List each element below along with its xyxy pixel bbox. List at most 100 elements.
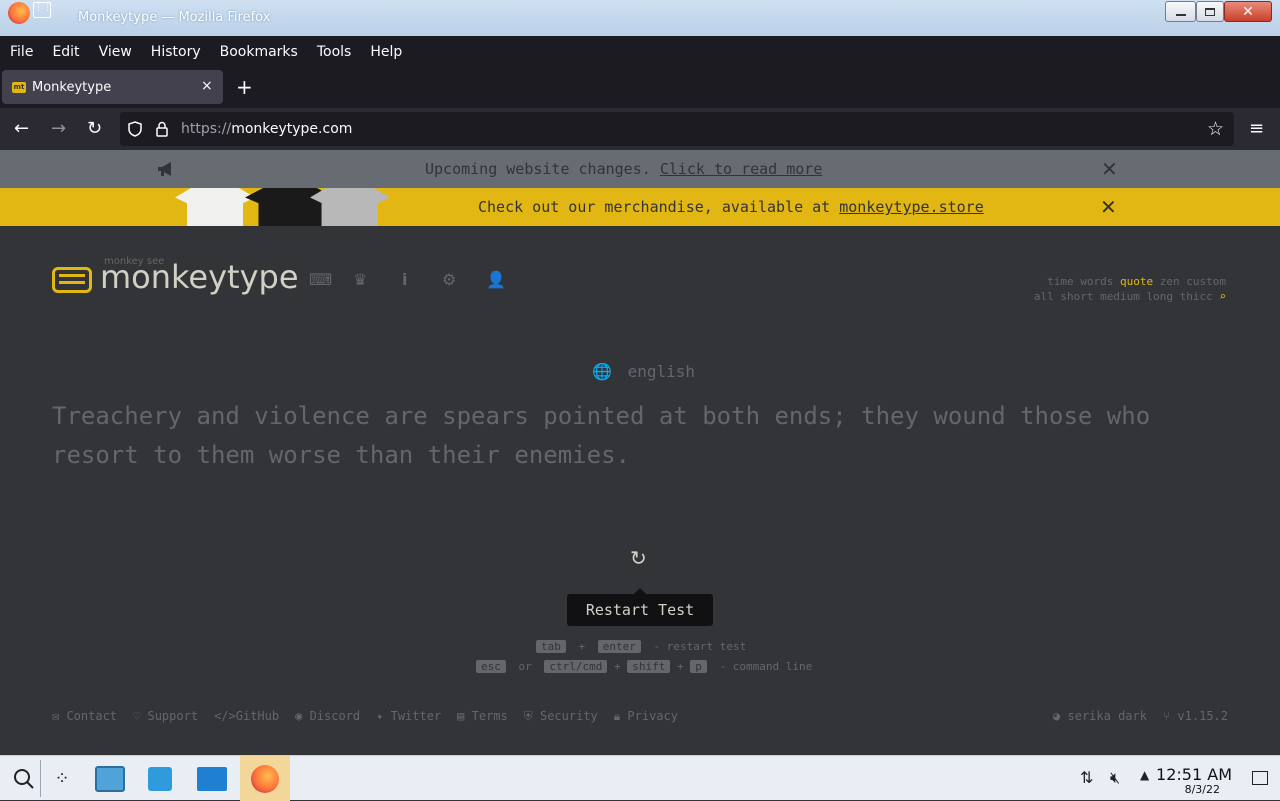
menu-edit[interactable]: Edit	[52, 44, 79, 60]
merch-tshirt-image	[175, 188, 395, 226]
new-tab-button[interactable]: +	[236, 75, 253, 99]
length-thicc[interactable]: thicc	[1180, 290, 1213, 303]
footer-support-label: Support	[147, 709, 199, 723]
logo-text[interactable]: monkeytype	[100, 258, 299, 296]
url-bar[interactable]: https://monkeytype.com ☆	[120, 112, 1234, 146]
menu-view[interactable]: View	[99, 44, 132, 60]
footer-contact[interactable]: ✉ Contact	[52, 709, 117, 724]
words-display[interactable]: Treachery and violence are spears pointe…	[52, 397, 1232, 475]
reload-icon[interactable]: ↻	[87, 118, 102, 139]
crown-icon[interactable]: ♛	[353, 270, 367, 289]
shield-icon: ⛨	[523, 709, 540, 723]
footer-privacy-label: Privacy	[627, 709, 678, 723]
hint-command-line: esc or ctrl/cmd + shift + p - command li…	[476, 660, 812, 673]
logo-key-row	[59, 274, 85, 277]
keyboard-icon[interactable]: ⌨	[309, 270, 332, 289]
key-tab: tab	[536, 640, 566, 653]
close-window-button[interactable]: ✕	[1224, 1, 1272, 22]
minimize-button[interactable]	[1165, 1, 1196, 22]
grey-tshirt-image	[310, 188, 390, 226]
footer-github[interactable]: </>GitHub	[214, 709, 279, 724]
theme-selector[interactable]: ◕ serika dark	[1053, 709, 1147, 723]
length-medium[interactable]: medium	[1100, 290, 1140, 303]
menu-history[interactable]: History	[151, 44, 201, 60]
hint-command-desc: - command line	[719, 660, 813, 673]
footer-discord[interactable]: ◉ Discord	[295, 709, 360, 724]
maximize-button[interactable]	[1196, 1, 1224, 22]
taskbar-system-settings[interactable]	[86, 756, 134, 801]
taskbar-activities[interactable]: ⁘	[38, 756, 86, 801]
merch-text: Check out our merchandise, available at …	[478, 198, 984, 216]
footer-terms[interactable]: ▤ Terms	[457, 709, 508, 724]
taskbar-file-manager[interactable]	[188, 756, 236, 801]
mode-zen[interactable]: zen	[1160, 275, 1180, 288]
length-long[interactable]: long	[1147, 290, 1174, 303]
taskbar: ⁘ ⇅ 🔇︎ ▲ 12:51 AM 8/3/22	[0, 755, 1280, 801]
minimize-icon	[1175, 13, 1186, 16]
volume-muted-icon[interactable]: 🔇︎	[1110, 768, 1120, 788]
lock-icon[interactable]	[155, 121, 169, 137]
footer-security[interactable]: ⛨ Security	[524, 709, 598, 724]
tab-monkeytype[interactable]: mt Monkeytype ×	[2, 70, 223, 104]
language-selector[interactable]: 🌐 english	[592, 362, 695, 381]
envelope-icon: ✉	[52, 709, 67, 723]
footer-privacy[interactable]: 🔒︎ Privacy	[614, 709, 678, 724]
mode-words[interactable]: words	[1080, 275, 1113, 288]
key-enter: enter	[597, 640, 641, 653]
monkeytype-logo-icon[interactable]	[52, 267, 92, 293]
menu-file[interactable]: File	[10, 44, 33, 60]
merch-banner: Check out our merchandise, available at …	[0, 188, 1280, 226]
merch-link[interactable]: monkeytype.store	[839, 198, 984, 216]
restart-icon[interactable]: ↻	[630, 546, 647, 570]
menu-help[interactable]: Help	[370, 44, 402, 60]
taskbar-firefox[interactable]	[240, 756, 290, 801]
network-icon[interactable]: ⇅	[1080, 768, 1093, 787]
tracking-shield-icon[interactable]	[128, 121, 142, 137]
clock-date[interactable]: 8/3/22	[1185, 783, 1220, 796]
footer-terms-label: Terms	[471, 709, 508, 723]
hint-restart: tab + enter - restart test	[536, 640, 746, 653]
window-menu-icon[interactable]: ⋮⋮	[33, 2, 52, 18]
search-icon[interactable]: ⌕	[1219, 290, 1226, 303]
announcement-close-icon[interactable]: ✕	[1101, 157, 1118, 181]
firefox-icon	[8, 2, 30, 24]
twitter-icon: ✦	[376, 709, 391, 723]
length-all[interactable]: all	[1034, 290, 1054, 303]
branch-icon: ⑂	[1162, 709, 1178, 723]
url-text: https://monkeytype.com	[181, 121, 352, 137]
length-short[interactable]: short	[1060, 290, 1093, 303]
key-ctrl-cmd: ctrl/cmd	[544, 660, 608, 673]
footer-twitter[interactable]: ✦ Twitter	[376, 709, 441, 724]
info-icon[interactable]: i	[402, 270, 407, 289]
bookmark-star-icon[interactable]: ☆	[1207, 118, 1224, 140]
mode-custom[interactable]: custom	[1186, 275, 1226, 288]
window-titlebar: ⋮⋮ Monkeytype — Mozilla Firefox ✕	[0, 0, 1280, 36]
tab-strip: mt Monkeytype × +	[0, 67, 1280, 108]
notifications-icon[interactable]	[1252, 771, 1268, 785]
taskbar-store[interactable]	[136, 756, 184, 801]
back-icon[interactable]: ←	[14, 118, 29, 139]
tab-close-icon[interactable]: ×	[201, 78, 213, 94]
version-link[interactable]: ⑂ v1.15.2	[1163, 709, 1228, 723]
merch-close-icon[interactable]: ✕	[1100, 195, 1117, 219]
user-icon[interactable]: 👤	[486, 270, 506, 289]
settings-gear-icon[interactable]: ⚙	[442, 270, 456, 289]
folder-icon	[197, 766, 227, 791]
menu-tools[interactable]: Tools	[317, 44, 352, 60]
tray-expand-icon[interactable]: ▲	[1140, 768, 1149, 782]
announcement-link[interactable]: Click to read more	[660, 160, 823, 178]
footer-discord-label: Discord	[309, 709, 361, 723]
clock-time[interactable]: 12:51 AM	[1156, 765, 1232, 784]
footer-support[interactable]: ♡ Support	[133, 709, 198, 724]
quote-length-row: all short medium long thicc ⌕	[1034, 289, 1226, 304]
forward-icon[interactable]: →	[51, 118, 66, 139]
menubar: File Edit View History Bookmarks Tools H…	[0, 36, 1280, 67]
store-bag-icon	[148, 766, 172, 791]
mode-quote[interactable]: quote	[1120, 275, 1153, 288]
mode-time[interactable]: time	[1047, 275, 1074, 288]
app-menu-icon[interactable]: ≡	[1249, 118, 1264, 139]
globe-icon: 🌐	[592, 362, 612, 381]
system-settings-icon	[95, 765, 125, 792]
hint-restart-desc: - restart test	[653, 640, 747, 653]
menu-bookmarks[interactable]: Bookmarks	[220, 44, 298, 60]
